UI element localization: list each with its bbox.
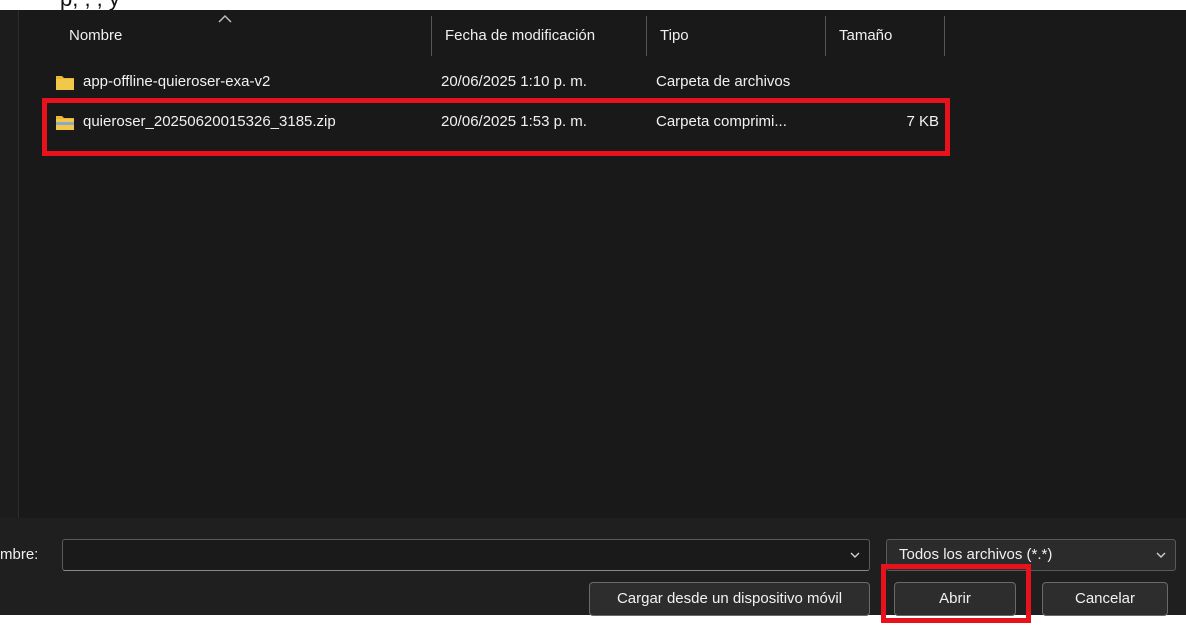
file-size <box>835 65 939 99</box>
column-separator[interactable] <box>944 16 945 56</box>
chevron-down-icon[interactable] <box>849 549 861 561</box>
column-header-row: Nombre Fecha de modificación Tipo Tamaño <box>19 10 1186 62</box>
zip-folder-icon <box>56 116 74 130</box>
dialog-footer: mbre: Todos los archivos (*.*) Cargar de… <box>0 518 1186 616</box>
file-type-filter-value: Todos los archivos (*.*) <box>899 546 1053 563</box>
cancel-button[interactable]: Cancelar <box>1042 582 1168 616</box>
chevron-down-icon <box>1156 552 1166 558</box>
file-list-pane: Nombre Fecha de modificación Tipo Tamaño <box>18 10 1186 518</box>
open-button-label: Abrir <box>939 590 971 607</box>
file-name: quieroser_20250620015326_3185.zip <box>83 113 336 130</box>
top-cropped-area: p, , , y <box>0 0 1186 10</box>
file-type: Carpeta de archivos <box>656 73 791 90</box>
file-row[interactable]: quieroser_20250620015326_3185.zip 20/06/… <box>45 105 945 139</box>
top-cropped-text: p, , , y <box>60 0 120 10</box>
filename-input[interactable] <box>62 539 870 571</box>
column-header-name-label: Nombre <box>69 27 123 44</box>
file-open-dialog: Nombre Fecha de modificación Tipo Tamaño <box>0 10 1186 623</box>
column-header-type[interactable]: Tipo <box>646 10 826 62</box>
column-header-modified[interactable]: Fecha de modificación <box>431 10 649 62</box>
load-from-mobile-button[interactable]: Cargar desde un dispositivo móvil <box>589 582 870 616</box>
folder-icon <box>56 76 74 90</box>
file-modified: 20/06/2025 1:53 p. m. <box>441 113 587 130</box>
column-header-modified-label: Fecha de modificación <box>445 27 596 44</box>
column-header-size[interactable]: Tamaño <box>825 10 945 62</box>
filename-label: mbre: <box>0 546 39 563</box>
column-header-name[interactable]: Nombre <box>55 10 435 62</box>
column-header-size-label: Tamaño <box>839 27 893 44</box>
file-size: 7 KB <box>906 113 939 130</box>
file-type: Carpeta comprimi... <box>656 113 787 130</box>
load-from-mobile-label: Cargar desde un dispositivo móvil <box>616 590 843 607</box>
file-row[interactable]: app-offline-quieroser-exa-v2 20/06/2025 … <box>45 65 945 99</box>
open-button[interactable]: Abrir <box>894 582 1016 616</box>
sort-ascending-icon <box>218 14 232 23</box>
file-modified: 20/06/2025 1:10 p. m. <box>441 73 587 90</box>
cancel-button-label: Cancelar <box>1074 590 1136 607</box>
file-name: app-offline-quieroser-exa-v2 <box>83 73 271 90</box>
column-header-type-label: Tipo <box>660 27 689 44</box>
file-type-filter-select[interactable]: Todos los archivos (*.*) <box>886 539 1176 571</box>
